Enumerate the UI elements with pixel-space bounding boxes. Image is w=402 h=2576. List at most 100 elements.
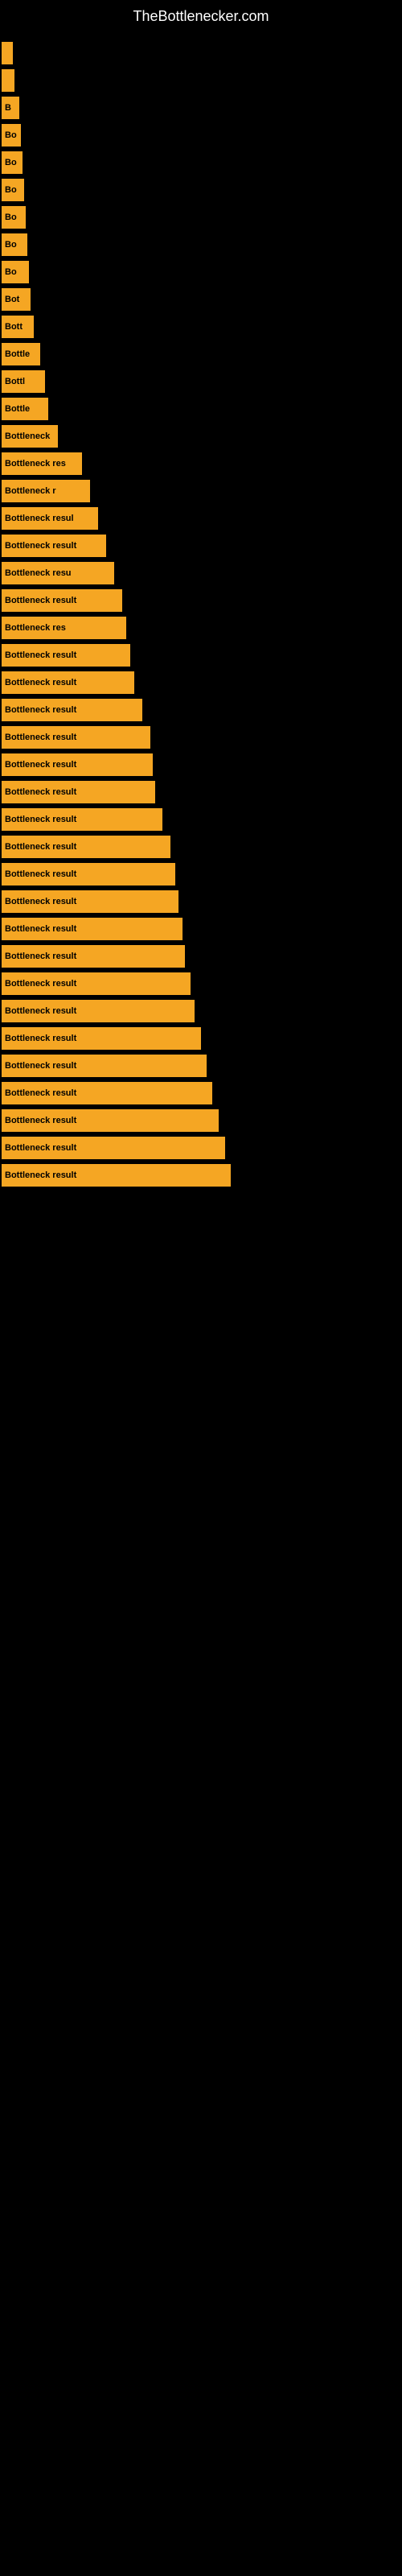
bar-17: Bottleneck resul	[2, 507, 98, 530]
bar-label-25: Bottleneck result	[5, 733, 76, 742]
bar-9: Bot	[2, 288, 31, 311]
bar-6: Bo	[2, 206, 26, 229]
bar-row: Bottleneck res	[0, 452, 402, 475]
bar-row: Bo	[0, 261, 402, 283]
bar-23: Bottleneck result	[2, 671, 134, 694]
bar-row: Bottleneck result	[0, 945, 402, 968]
bar-row: Bot	[0, 288, 402, 311]
bar-0	[2, 42, 13, 64]
bar-label-28: Bottleneck result	[5, 815, 76, 824]
bar-label-13: Bottle	[5, 404, 30, 414]
bar-41: Bottleneck result	[2, 1164, 231, 1187]
bar-8: Bo	[2, 261, 29, 283]
bar-37: Bottleneck result	[2, 1055, 207, 1077]
bar-row: Bottleneck resu	[0, 562, 402, 584]
bar-4: Bo	[2, 151, 23, 174]
bar-label-14: Bottleneck	[5, 431, 50, 441]
bar-label-22: Bottleneck result	[5, 650, 76, 660]
bar-label-24: Bottleneck result	[5, 705, 76, 715]
bar-label-35: Bottleneck result	[5, 1006, 76, 1016]
bar-row: Bottleneck result	[0, 535, 402, 557]
bar-13: Bottle	[2, 398, 48, 420]
bar-11: Bottle	[2, 343, 40, 365]
bar-19: Bottleneck resu	[2, 562, 114, 584]
bar-22: Bottleneck result	[2, 644, 130, 667]
bar-label-17: Bottleneck resul	[5, 514, 74, 523]
bar-38: Bottleneck result	[2, 1082, 212, 1104]
bar-40: Bottleneck result	[2, 1137, 225, 1159]
bar-label-21: Bottleneck res	[5, 623, 66, 633]
bar-label-2: B	[5, 103, 11, 113]
bar-label-15: Bottleneck res	[5, 459, 66, 469]
bar-31: Bottleneck result	[2, 890, 178, 913]
bar-3: Bo	[2, 124, 21, 147]
bar-label-3: Bo	[5, 130, 17, 140]
bar-label-11: Bottle	[5, 349, 30, 359]
bar-24: Bottleneck result	[2, 699, 142, 721]
bar-row: Bottleneck result	[0, 671, 402, 694]
bar-row: Bottleneck result	[0, 781, 402, 803]
bar-28: Bottleneck result	[2, 808, 162, 831]
bar-1	[2, 69, 14, 92]
bar-row: Bottleneck result	[0, 699, 402, 721]
bar-row: Bottleneck result	[0, 1109, 402, 1132]
bar-label-9: Bot	[5, 295, 19, 304]
bar-row	[0, 42, 402, 64]
bar-label-10: Bott	[5, 322, 23, 332]
bar-row: Bo	[0, 206, 402, 229]
bar-label-12: Bottl	[5, 377, 25, 386]
bar-34: Bottleneck result	[2, 972, 191, 995]
bar-row: Bottleneck result	[0, 863, 402, 886]
bar-row: Bottleneck r	[0, 480, 402, 502]
bar-row: Bottleneck result	[0, 1082, 402, 1104]
bar-label-23: Bottleneck result	[5, 678, 76, 687]
bar-15: Bottleneck res	[2, 452, 82, 475]
bar-row: Bottleneck result	[0, 726, 402, 749]
bar-2: B	[2, 97, 19, 119]
bar-25: Bottleneck result	[2, 726, 150, 749]
bar-36: Bottleneck result	[2, 1027, 201, 1050]
bar-row: Bottleneck result	[0, 753, 402, 776]
bar-label-39: Bottleneck result	[5, 1116, 76, 1125]
bar-label-26: Bottleneck result	[5, 760, 76, 770]
bar-7: Bo	[2, 233, 27, 256]
bar-29: Bottleneck result	[2, 836, 170, 858]
bar-row: Bottleneck result	[0, 1055, 402, 1077]
bar-39: Bottleneck result	[2, 1109, 219, 1132]
bar-row: Bottleneck result	[0, 808, 402, 831]
bar-row: Bottleneck result	[0, 1164, 402, 1187]
bar-32: Bottleneck result	[2, 918, 183, 940]
bar-16: Bottleneck r	[2, 480, 90, 502]
bar-label-40: Bottleneck result	[5, 1143, 76, 1153]
bar-row: Bottleneck res	[0, 617, 402, 639]
bar-label-7: Bo	[5, 240, 17, 250]
bar-label-37: Bottleneck result	[5, 1061, 76, 1071]
bar-label-41: Bottleneck result	[5, 1170, 76, 1180]
bar-label-32: Bottleneck result	[5, 924, 76, 934]
bar-label-33: Bottleneck result	[5, 952, 76, 961]
bar-label-38: Bottleneck result	[5, 1088, 76, 1098]
bar-label-27: Bottleneck result	[5, 787, 76, 797]
bar-label-5: Bo	[5, 185, 17, 195]
bar-label-30: Bottleneck result	[5, 869, 76, 879]
site-title: TheBottlenecker.com	[0, 0, 402, 29]
bar-label-36: Bottleneck result	[5, 1034, 76, 1043]
bar-27: Bottleneck result	[2, 781, 155, 803]
bar-label-19: Bottleneck resu	[5, 568, 72, 578]
bar-row: Bo	[0, 124, 402, 147]
bar-20: Bottleneck result	[2, 589, 122, 612]
bar-row: Bo	[0, 151, 402, 174]
bar-row: Bottle	[0, 398, 402, 420]
bar-label-34: Bottleneck result	[5, 979, 76, 989]
bar-row: Bo	[0, 179, 402, 201]
bar-row: Bottleneck result	[0, 836, 402, 858]
bar-row: Bott	[0, 316, 402, 338]
bar-row: Bottleneck result	[0, 972, 402, 995]
bar-label-16: Bottleneck r	[5, 486, 56, 496]
bar-26: Bottleneck result	[2, 753, 153, 776]
bar-row: Bottleneck result	[0, 890, 402, 913]
bar-30: Bottleneck result	[2, 863, 175, 886]
bar-row: Bottleneck result	[0, 1027, 402, 1050]
bar-33: Bottleneck result	[2, 945, 185, 968]
bar-row: Bottl	[0, 370, 402, 393]
